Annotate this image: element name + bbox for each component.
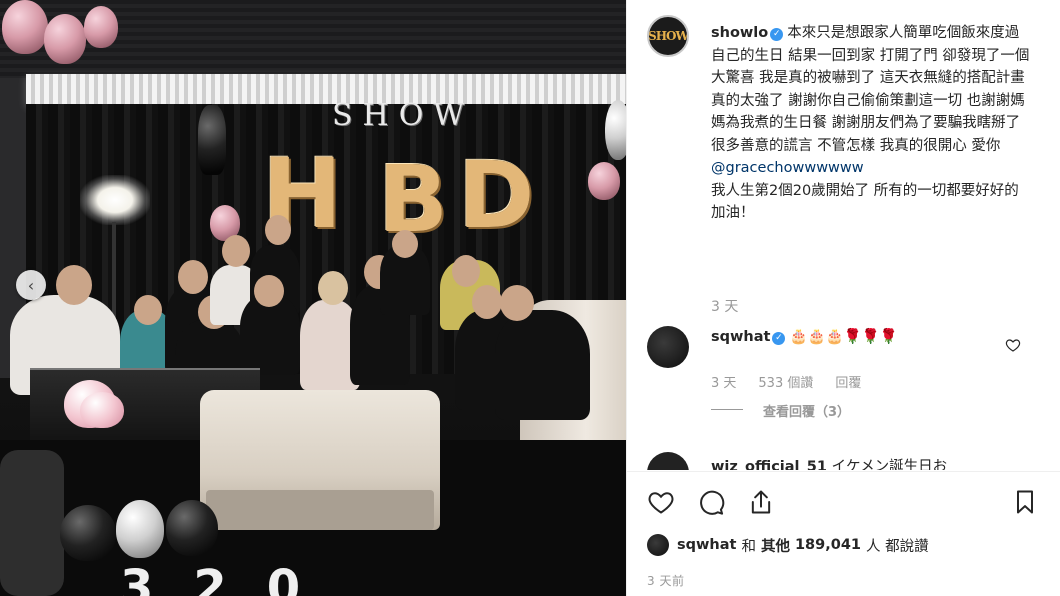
comment-meta: 3 天 533 個讚 回覆 — [711, 372, 883, 391]
comment-text: 🎂🎂🎂🌹🌹🌹 — [789, 329, 898, 345]
photo-floor-petals: 320 — [120, 560, 341, 596]
share-upload-icon — [751, 490, 771, 514]
post-photo[interactable]: SHOW H B D 320 ‹ — [0, 0, 626, 596]
comment-text: イケメン誕生日お — [831, 459, 948, 470]
commenter-avatar[interactable] — [647, 452, 689, 470]
comment-button[interactable] — [695, 486, 727, 518]
likes-others-link[interactable]: 其他 — [761, 535, 790, 556]
comment-body: wiz_official_51 イケメン誕生日お — [711, 455, 947, 470]
author-avatar[interactable]: SHOW — [647, 15, 689, 57]
author-username[interactable]: showlo — [711, 25, 768, 41]
heart-icon — [648, 492, 674, 514]
photo-balloon — [80, 392, 124, 428]
comment-body: sqwhat ✓ 🎂🎂🎂🌹🌹🌹 — [711, 328, 898, 345]
view-replies-button[interactable]: 查看回覆（3） — [763, 401, 850, 420]
liker-username[interactable]: sqwhat — [677, 537, 736, 553]
verified-badge-icon: ✓ — [770, 28, 784, 41]
photo-curtain-valance — [26, 74, 626, 104]
photo-balloon — [44, 14, 86, 64]
commenter-username[interactable]: wiz_official_51 — [711, 459, 827, 470]
comment-like-heart-icon[interactable] — [1005, 337, 1021, 353]
photo-balloon — [198, 105, 226, 175]
photo-balloon — [2, 0, 48, 54]
photo-balloon — [84, 6, 118, 48]
save-button[interactable] — [1009, 486, 1041, 518]
likes-and-text: 和 — [741, 538, 756, 555]
likes-suffix: 人 都說讚 — [866, 538, 929, 555]
photo-balloon — [605, 100, 626, 160]
share-button[interactable] — [745, 486, 777, 518]
comments-scroll-area[interactable]: SHOW showlo ✓ 本來只是想跟家人簡單吃個飯來度過自己的生日 結果一回到家… — [627, 0, 1060, 470]
comment-bubble-icon — [700, 490, 725, 515]
like-button[interactable] — [645, 486, 677, 518]
comment-likes[interactable]: 533 個讚 — [758, 376, 813, 391]
author-avatar-logo: SHOW — [648, 29, 688, 43]
photo-balloon — [60, 505, 116, 561]
post-side-panel: SHOW showlo ✓ 本來只是想跟家人簡單吃個飯來度過自己的生日 結果一回到家… — [626, 0, 1060, 596]
comment-time[interactable]: 3 天 — [711, 376, 736, 391]
commenter-username[interactable]: sqwhat — [711, 329, 770, 345]
caption-time[interactable]: 3 天 — [711, 296, 760, 316]
likes-count[interactable]: 189,041 — [795, 537, 861, 553]
caption-mention-link[interactable]: @gracechowwwwww — [711, 160, 864, 176]
photo-prev-button[interactable]: ‹ — [16, 270, 46, 300]
bookmark-icon — [1017, 490, 1033, 514]
post-caption: showlo ✓ 本來只是想跟家人簡單吃個飯來度過自己的生日 結果一回到家 打開了門… — [711, 22, 1031, 225]
post-timestamp[interactable]: 3 天前 — [647, 572, 684, 589]
photo-balloon — [166, 500, 218, 556]
photo-ottoman-base — [206, 490, 434, 530]
likes-summary[interactable]: sqwhat 和 其他 189,041 人 都說讚 — [647, 534, 929, 556]
photo-pouf — [0, 450, 64, 596]
liker-avatar[interactable] — [647, 534, 669, 556]
verified-badge-icon: ✓ — [772, 332, 786, 345]
photo-balloon — [116, 500, 164, 558]
caption-text: 本來只是想跟家人簡單吃個飯來度過自己的生日 結果一回到家 打開了門 卻發現了一個… — [711, 25, 1030, 154]
chevron-left-icon: ‹ — [27, 275, 35, 295]
caption-text-2: 我人生第2個20歲開始了 所有的一切都要好好的 加油！ — [711, 182, 1019, 222]
photo-balloon — [588, 162, 620, 200]
photo-show-balloons: SHOW — [332, 98, 475, 133]
post-actions-bar: sqwhat 和 其他 189,041 人 都說讚 3 天前 — [627, 472, 1060, 596]
comment-reply-button[interactable]: 回覆 — [835, 376, 861, 391]
replies-divider — [711, 409, 743, 410]
instagram-post-view: SHOW H B D 320 ‹ SHOW showlo ✓ 本來只是想跟家人簡… — [0, 0, 1060, 596]
commenter-avatar[interactable] — [647, 326, 689, 368]
